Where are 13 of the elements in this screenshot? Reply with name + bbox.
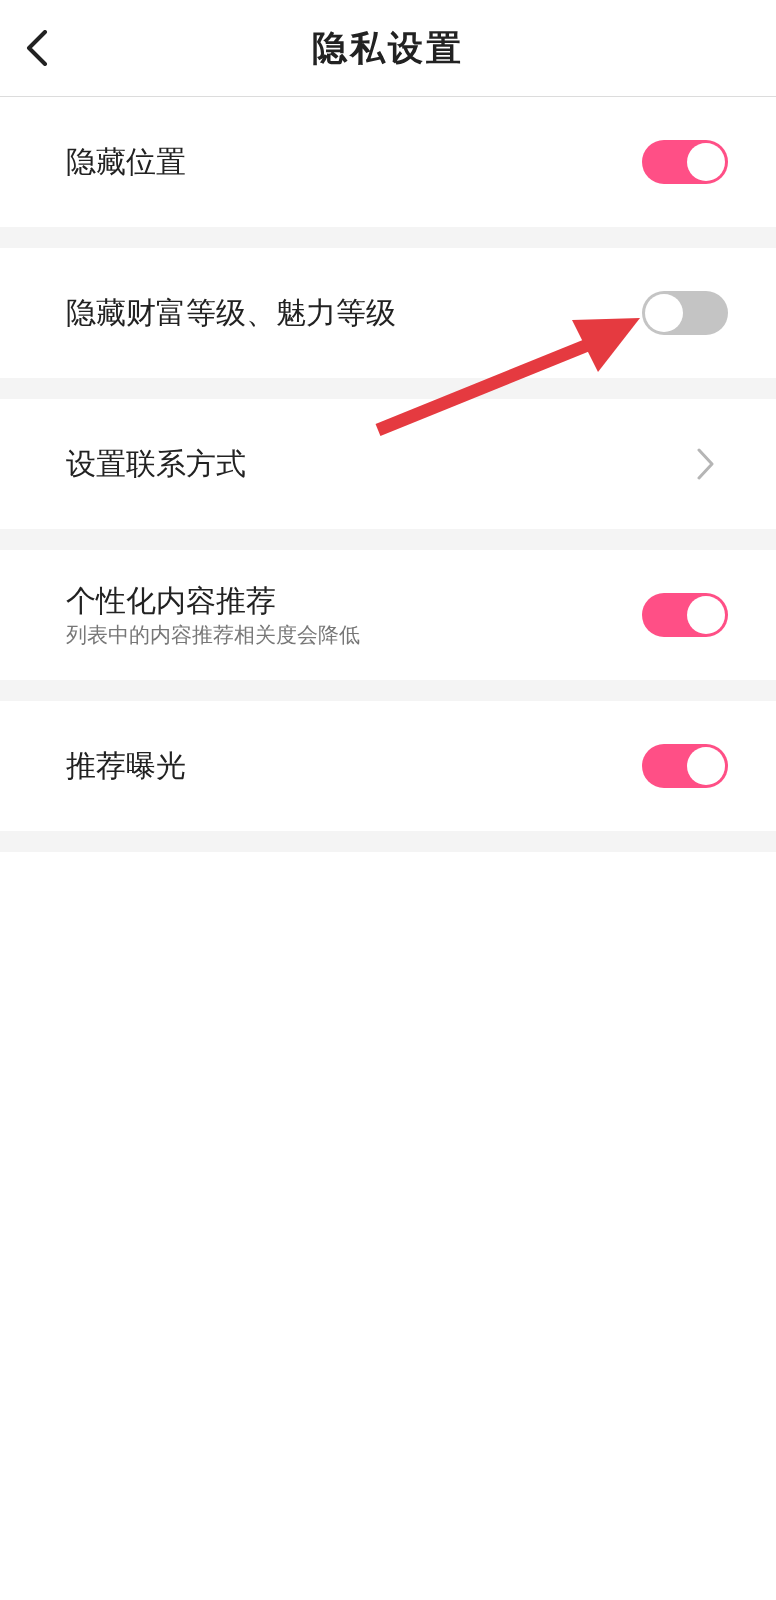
setting-label: 隐藏财富等级、魅力等级	[66, 294, 396, 332]
setting-label: 推荐曝光	[66, 747, 186, 785]
toggle-switch[interactable]	[642, 744, 728, 788]
setting-description: 列表中的内容推荐相关度会降低	[66, 622, 360, 649]
toggle-switch[interactable]	[642, 291, 728, 335]
setting-label: 设置联系方式	[66, 445, 246, 483]
toggle-switch[interactable]	[642, 593, 728, 637]
back-icon[interactable]	[26, 30, 48, 66]
chevron-right-icon	[696, 448, 714, 480]
setting-label: 隐藏位置	[66, 143, 186, 181]
setting-label: 个性化内容推荐	[66, 582, 277, 620]
toggle-switch[interactable]	[642, 140, 728, 184]
page-title: 隐私设置	[312, 26, 464, 70]
